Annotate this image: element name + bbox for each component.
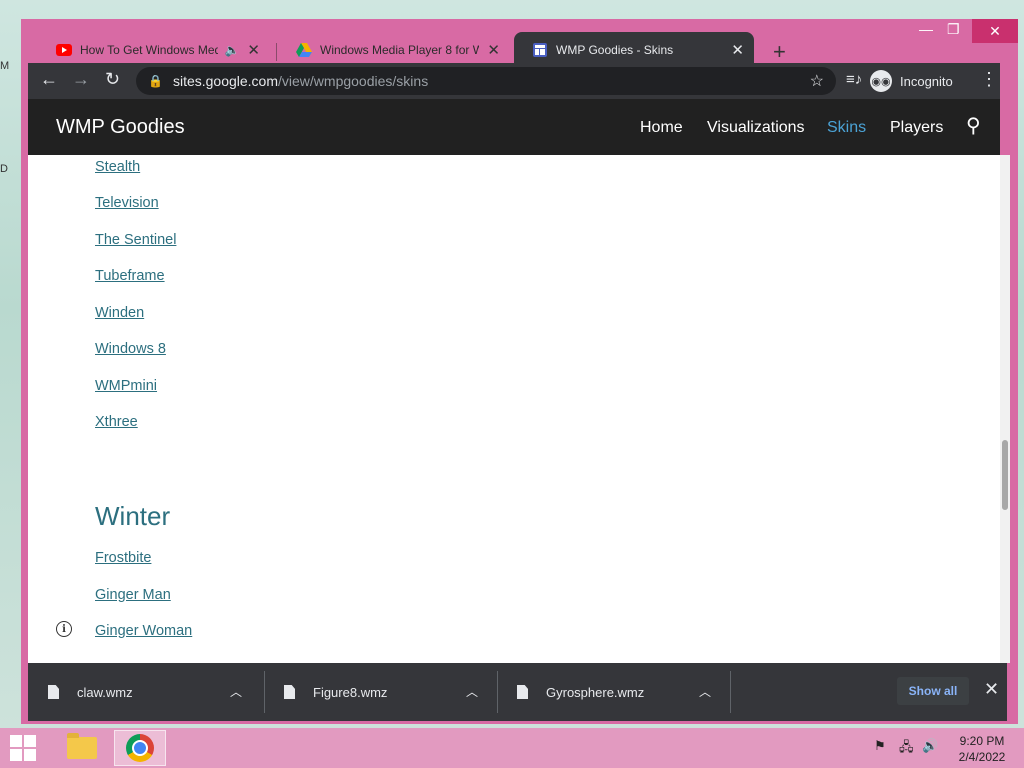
tab-close-icon[interactable]: ✕ [731, 41, 744, 59]
incognito-label: Incognito [900, 73, 953, 89]
skin-link[interactable]: Tubeframe [95, 268, 165, 284]
close-icon[interactable]: ✕ [984, 679, 999, 700]
download-filename: Figure8.wmz [313, 684, 388, 700]
google-sites-icon [533, 43, 547, 57]
skin-link[interactable]: Stealth [95, 159, 140, 175]
desktop-edge-glyph: M [0, 60, 10, 72]
new-tab-icon[interactable]: + [773, 39, 786, 65]
lock-icon: 🔒 [148, 74, 163, 88]
download-shelf: claw.wmz ︿ Figure8.wmz ︿ Gyrosphere.wmz … [28, 663, 1007, 721]
network-icon[interactable]: 🖧 [899, 738, 914, 760]
skin-link[interactable]: Television [95, 195, 159, 211]
volume-icon[interactable]: 🔊 [922, 738, 938, 754]
info-icon[interactable]: i [56, 621, 72, 637]
download-filename: Gyrosphere.wmz [546, 684, 645, 700]
google-drive-icon [296, 43, 312, 57]
media-queue-icon[interactable]: ≡♪ [846, 71, 862, 88]
desktop-edge-glyph: D [0, 163, 8, 175]
windows-start-icon[interactable] [10, 735, 36, 761]
skin-link[interactable]: Frostbite [95, 550, 151, 566]
download-item[interactable]: Figure8.wmz ︿ [264, 671, 496, 713]
clock-time: 9:20 PM [959, 734, 1005, 748]
download-item[interactable]: Gyrosphere.wmz ︿ [497, 671, 729, 713]
speaker-icon[interactable]: 🔈 [224, 43, 239, 57]
file-icon [48, 685, 59, 699]
skin-link[interactable]: Winden [95, 305, 144, 321]
section-heading: Winter [95, 501, 171, 531]
address-bar[interactable]: 🔒 sites.google.com/view/wmpgoodies/skins… [136, 67, 836, 95]
file-icon [284, 685, 295, 699]
skin-link[interactable]: Windows 8 [95, 341, 166, 357]
tab-title: How To Get Windows Media [80, 43, 219, 57]
chevron-up-icon[interactable]: ︿ [699, 683, 711, 700]
file-explorer-button[interactable] [56, 730, 108, 766]
skin-link[interactable]: Ginger Man [95, 587, 171, 603]
url-path: /view/wmpgoodies/skins [278, 73, 429, 89]
chevron-up-icon[interactable]: ︿ [466, 683, 478, 700]
back-icon[interactable]: ← [40, 69, 58, 90]
minimize-icon[interactable]: — [919, 21, 933, 37]
close-icon: ✕ [989, 22, 1001, 39]
url-host: sites.google.com [172, 73, 279, 89]
page-scrollbar[interactable] [1000, 155, 1010, 663]
tab-title: WMP Goodies - Skins [556, 43, 674, 57]
incognito-badge[interactable]: ◉◉ Incognito [870, 67, 953, 95]
nav-visualizations[interactable]: Visualizations [707, 119, 805, 137]
youtube-icon [56, 44, 72, 56]
forward-icon[interactable]: → [72, 69, 90, 90]
tab-close-icon[interactable]: ✕ [247, 41, 260, 59]
bookmark-star-icon[interactable]: ☆ [810, 71, 824, 91]
chevron-up-icon[interactable]: ︿ [230, 683, 242, 700]
maximize-icon[interactable]: ❐ [947, 21, 960, 38]
skin-link[interactable]: WMPmini [95, 378, 157, 394]
search-icon[interactable]: ⚲ [966, 113, 981, 138]
tab-separator [276, 43, 277, 61]
page-content: Stealth Television The Sentinel Tubefram… [28, 155, 1007, 663]
nav-skins[interactable]: Skins [827, 119, 866, 137]
nav-home[interactable]: Home [640, 119, 683, 137]
site-header: WMP Goodies Home Visualizations Skins Pl… [28, 99, 1000, 155]
tab-title: Windows Media Player 8 for Win [320, 43, 480, 57]
show-all-button[interactable]: Show all [897, 677, 969, 705]
site-title[interactable]: WMP Goodies [56, 116, 185, 139]
action-center-flag-icon[interactable]: ⚑ [874, 738, 886, 754]
taskbar: ⚑ 🖧 🔊 9:20 PM 2/4/2022 [0, 728, 1024, 768]
menu-dots-icon[interactable]: ⋮ [980, 69, 998, 90]
reload-icon[interactable]: ↻ [105, 69, 120, 90]
skin-link[interactable]: Ginger Woman [95, 623, 192, 639]
skin-link[interactable]: Xthree [95, 414, 138, 430]
system-clock[interactable]: 9:20 PM 2/4/2022 [952, 733, 1012, 765]
window-close-button[interactable]: ✕ [972, 19, 1018, 43]
scrollbar-thumb[interactable] [1002, 440, 1008, 510]
download-item[interactable]: claw.wmz ︿ [28, 671, 260, 713]
folder-icon [67, 733, 97, 759]
tab-close-icon[interactable]: ✕ [487, 41, 500, 59]
file-icon [517, 685, 528, 699]
download-separator [730, 671, 731, 713]
browser-window: How To Get Windows Media 🔈 ✕ Windows Med… [21, 19, 1018, 724]
chrome-taskbar-button[interactable] [114, 730, 166, 766]
nav-players[interactable]: Players [890, 119, 943, 137]
browser-toolbar: ← → ↻ 🔒 sites.google.com/view/wmpgoodies… [28, 63, 1000, 99]
chrome-icon [126, 734, 154, 762]
download-filename: claw.wmz [77, 684, 133, 700]
incognito-icon: ◉◉ [870, 70, 892, 92]
clock-date: 2/4/2022 [958, 750, 1006, 764]
skin-link[interactable]: The Sentinel [95, 232, 176, 248]
